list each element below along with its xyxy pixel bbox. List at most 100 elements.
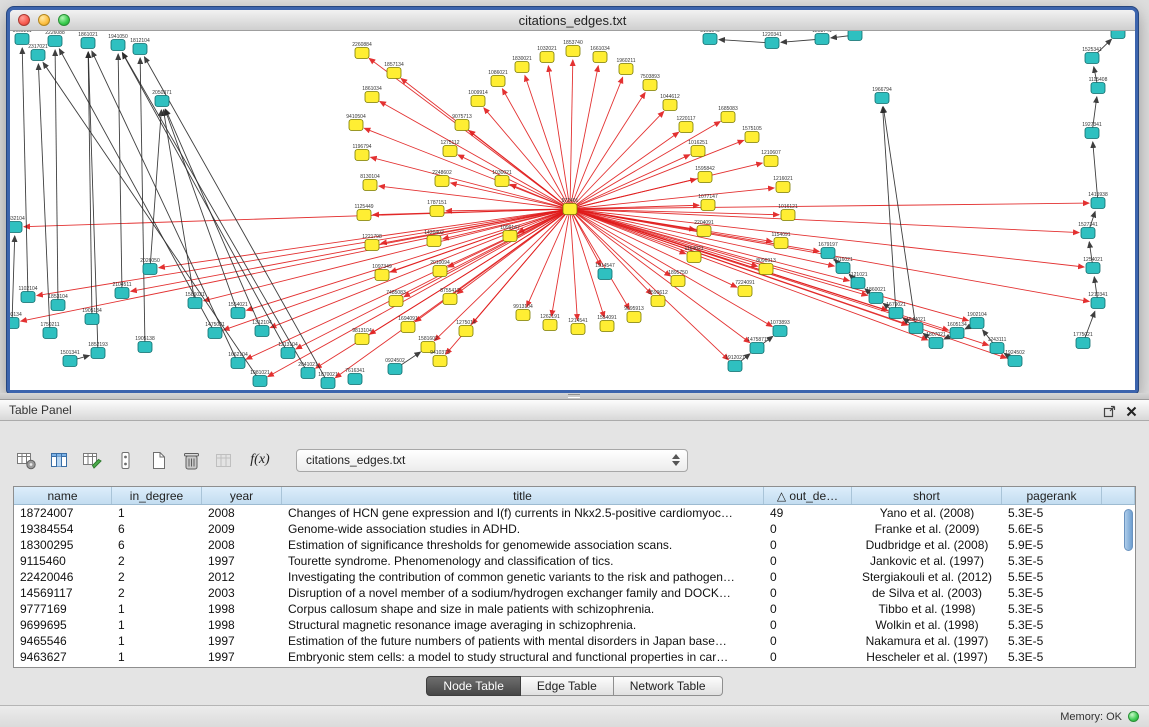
graph-node[interactable]: 1685083 <box>718 106 738 122</box>
graph-node[interactable]: 1216021 <box>773 176 793 192</box>
graph-node[interactable]: 2204091 <box>694 220 714 236</box>
graph-node[interactable]: 2026050 <box>140 258 160 274</box>
graph-node[interactable]: 8755412 <box>440 288 460 304</box>
col-header-out-degree[interactable]: △ out_de… <box>764 487 852 504</box>
graph-node[interactable]: 0924502 <box>385 358 405 374</box>
row-options-button[interactable] <box>113 448 137 472</box>
graph-node[interactable]: 1254021 <box>1083 257 1103 273</box>
table-row[interactable]: 946554611997Estimation of the future num… <box>14 633 1135 649</box>
graph-node[interactable]: 1030021 <box>492 170 512 186</box>
graph-node[interactable]: 9913104 <box>513 304 533 320</box>
col-header-title[interactable]: title <box>282 487 764 504</box>
graph-node[interactable]: 1073893 <box>770 320 790 336</box>
graph-node[interactable]: 1914547 <box>595 263 615 279</box>
graph-node[interactable]: 1016121 <box>778 204 798 220</box>
table-row[interactable]: 946362711997Embryonic stem cells: a mode… <box>14 649 1135 665</box>
col-header-year[interactable]: year <box>202 487 282 504</box>
graph-node[interactable]: 1077147 <box>698 194 718 210</box>
graph-node[interactable]: 1750211 <box>40 322 59 338</box>
network-view[interactable]: 5724012260884185713418610349410504119679… <box>10 31 1135 390</box>
graph-node[interactable]: 1595842 <box>695 166 715 182</box>
graph-node[interactable]: 1830021 <box>512 56 532 72</box>
graph-node[interactable]: 1220117 <box>676 116 695 132</box>
graph-node[interactable]: 1196794 <box>352 144 371 160</box>
graph-node[interactable]: 2041021 <box>298 362 318 378</box>
table-row[interactable]: 911546021997Tourette syndrome. Phenomeno… <box>14 553 1135 569</box>
graph-node[interactable]: 1099147 <box>500 225 520 241</box>
graph-node[interactable]: 2226088 <box>45 31 65 47</box>
graph-node[interactable]: 1807021 <box>926 332 946 348</box>
graph-node[interactable]: 1586021 <box>185 292 205 308</box>
graph-node[interactable]: 1501341 <box>60 350 80 366</box>
graph-node[interactable]: 2260884 <box>352 42 372 58</box>
graph-node[interactable]: 2317021 <box>28 44 48 60</box>
graph-node[interactable]: 1081021 <box>250 370 270 386</box>
tab-edge-table[interactable]: Edge Table <box>521 676 614 696</box>
graph-node[interactable]: 1860021 <box>866 287 886 303</box>
graph-node[interactable]: 1861034 <box>362 86 382 102</box>
graph-node[interactable]: 8161040 <box>700 31 720 45</box>
table-row[interactable]: 977716911998Corpus callosum shape and si… <box>14 601 1135 617</box>
table-row[interactable]: 1938455462009Genome-wide association stu… <box>14 521 1135 537</box>
graph-node[interactable]: 1332104 <box>10 216 25 232</box>
graph-node[interactable]: 1213104 <box>278 342 298 358</box>
graph-node[interactable]: 1312104 <box>252 320 272 336</box>
graph-node[interactable]: 1870021 <box>318 372 338 388</box>
graph-node[interactable]: 1262191 <box>540 314 560 330</box>
col-header-in-degree[interactable]: in_degree <box>112 487 202 504</box>
graph-node[interactable]: 1861021 <box>78 32 98 48</box>
graph-node[interactable]: 1966794 <box>872 87 892 103</box>
tab-network-table[interactable]: Network Table <box>614 676 723 696</box>
table-row[interactable]: 969969511998Structural magnetic resonanc… <box>14 617 1135 633</box>
graph-node[interactable]: 1275112 <box>440 140 459 156</box>
graph-node[interactable]: 2104511 <box>112 282 131 298</box>
table-row[interactable]: 1456911722003Disruption of a novel membe… <box>14 585 1135 601</box>
graph-node[interactable]: 8096913 <box>756 258 776 274</box>
table-row[interactable]: 1830029562008Estimation of significance … <box>14 537 1135 553</box>
graph-node[interactable]: 1853104 <box>48 294 68 310</box>
graph-node[interactable]: 1420402 <box>424 230 444 246</box>
graph-node[interactable]: 1243111 <box>988 337 1007 353</box>
graph-node[interactable]: 1154091 <box>771 232 790 248</box>
graph-node[interactable]: 1661034 <box>590 46 610 62</box>
graph-node[interactable]: 1210607 <box>761 150 781 166</box>
graph-node[interactable]: 1660211 <box>12 31 31 45</box>
graph-node[interactable]: 1903134 <box>10 312 22 328</box>
graph-node[interactable]: 1415938 <box>1088 192 1108 208</box>
graph-node[interactable]: 1210341 <box>1088 292 1108 308</box>
new-table-button[interactable] <box>146 448 170 472</box>
network-graph[interactable]: 5724012260884185713418610349410504119679… <box>10 31 1135 390</box>
float-panel-button[interactable] <box>1101 403 1117 419</box>
import-table-button[interactable] <box>212 448 236 472</box>
graph-node[interactable]: 1787151 <box>427 200 447 216</box>
graph-node[interactable]: 1902104 <box>967 312 987 328</box>
graph-node[interactable]: 1852193 <box>88 342 108 358</box>
graph-node[interactable]: 1214541 <box>568 318 588 334</box>
graph-node[interactable]: 1694091 <box>398 316 418 332</box>
graph-node[interactable]: 2010094 <box>430 260 450 276</box>
table-row[interactable]: 2242004622012Investigating the contribut… <box>14 569 1135 585</box>
create-column-button[interactable] <box>80 448 104 472</box>
graph-node[interactable]: 1544021 <box>906 317 926 333</box>
table-mode-button[interactable] <box>14 448 38 472</box>
graph-node[interactable]: 1662104 <box>228 352 248 368</box>
table-row[interactable]: 1872400712008Changes of HCN gene express… <box>14 505 1135 521</box>
graph-node[interactable]: 9410373 <box>430 350 450 366</box>
graph-node[interactable]: 1924502 <box>1005 350 1025 366</box>
graph-node[interactable]: 1927341 <box>1082 122 1102 138</box>
graph-node[interactable]: 7224091 <box>735 280 755 296</box>
graph-node[interactable]: 1775021 <box>1073 332 1093 348</box>
graph-node[interactable]: 7616341 <box>345 368 365 384</box>
graph-node[interactable]: 1121021 <box>848 272 867 288</box>
graph-node[interactable]: 1102104 <box>18 286 37 302</box>
graph-node[interactable]: 8599612 <box>648 290 668 306</box>
graph-node[interactable]: 1525341 <box>1082 47 1102 63</box>
graph-node[interactable]: 1605134 <box>947 322 967 338</box>
graph-node[interactable]: 1275014 <box>456 320 476 336</box>
table-scrollbar-thumb[interactable] <box>1124 509 1133 551</box>
graph-node[interactable]: 1941050 <box>108 34 128 50</box>
graph-node[interactable]: 1016251 <box>688 140 708 156</box>
graph-node[interactable]: 1475871 <box>747 337 767 353</box>
graph-node[interactable]: 9813104 <box>352 328 372 344</box>
graph-node[interactable]: 1905134 <box>82 308 102 324</box>
